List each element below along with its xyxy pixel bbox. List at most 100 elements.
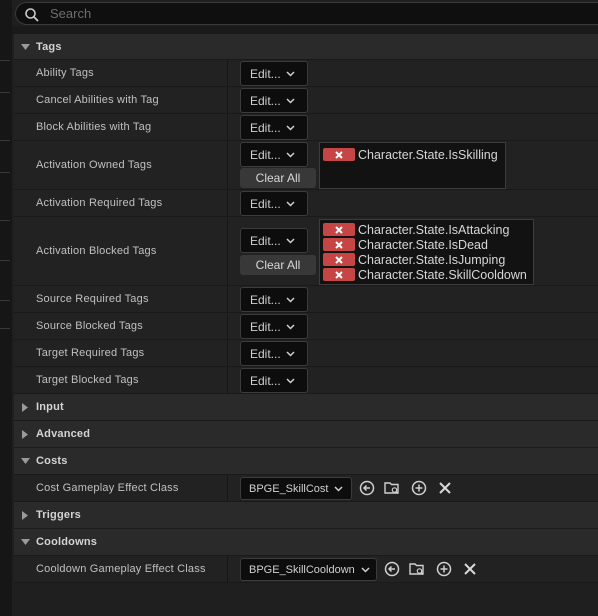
category-title: Cooldowns (36, 536, 98, 548)
property-label: Activation Owned Tags (36, 159, 152, 171)
search-icon (25, 8, 39, 22)
add-icon[interactable] (410, 479, 428, 497)
use-selected-icon[interactable] (383, 560, 401, 578)
clear-icon[interactable] (461, 560, 479, 578)
cost-effect-class-dropdown[interactable]: BPGE_SkillCost (240, 477, 352, 500)
search-bar[interactable] (15, 2, 598, 25)
property-activation-required-tags: Activation Required Tags Edit... (14, 190, 598, 217)
tag-text: Character.State.IsDead (358, 237, 488, 252)
property-label: Activation Required Tags (36, 197, 163, 209)
tag-item: Character.State.IsJumping (323, 252, 505, 267)
property-cooldown-gameplay-effect: Cooldown Gameplay Effect Class BPGE_Skil… (14, 556, 598, 583)
edit-target-blocked-button[interactable]: Edit... (240, 368, 308, 393)
property-label: Ability Tags (36, 67, 94, 79)
edit-activation-blocked-button[interactable]: Edit... (240, 228, 308, 253)
chevron-down-icon (20, 539, 30, 545)
property-label: Target Blocked Tags (36, 374, 139, 386)
remove-tag-button[interactable] (323, 148, 355, 161)
category-title: Costs (36, 455, 68, 467)
clear-all-button[interactable]: Clear All (240, 168, 316, 188)
category-title: Tags (36, 40, 62, 53)
tag-text: Character.State.IsJumping (358, 252, 506, 267)
chevron-right-icon (22, 510, 28, 520)
property-activation-blocked-tags: Activation Blocked Tags Edit... Clear Al… (14, 217, 598, 286)
chevron-down-icon (20, 43, 30, 50)
property-cancel-abilities: Cancel Abilities with Tag Edit... (14, 87, 598, 114)
chevron-down-icon (286, 152, 295, 158)
cooldown-effect-class-dropdown[interactable]: BPGE_SkillCooldown (240, 558, 377, 581)
chevron-right-icon (22, 429, 28, 439)
chevron-down-icon (334, 485, 344, 492)
browse-folder-icon[interactable] (383, 479, 401, 497)
chevron-right-icon (22, 402, 28, 412)
edit-activation-owned-button[interactable]: Edit... (240, 142, 308, 167)
chevron-down-icon (286, 324, 295, 330)
close-icon (335, 150, 343, 159)
remove-tag-button[interactable] (323, 268, 355, 281)
category-title: Triggers (36, 509, 82, 521)
chevron-down-icon (286, 351, 295, 357)
tag-text: Character.State.IsAttacking (358, 222, 510, 237)
property-label: Cost Gameplay Effect Class (36, 482, 179, 494)
property-label: Source Blocked Tags (36, 320, 143, 332)
add-icon[interactable] (435, 560, 453, 578)
left-gutter (0, 0, 12, 616)
property-activation-owned-tags: Activation Owned Tags Edit... Clear All … (14, 141, 598, 190)
tag-list: Character.State.IsAttacking Character.St… (319, 219, 534, 285)
tag-item: Character.State.IsDead (323, 237, 488, 252)
close-icon (335, 240, 343, 249)
property-label: Cancel Abilities with Tag (36, 94, 159, 106)
clear-icon[interactable] (436, 479, 454, 497)
chevron-down-icon (286, 71, 295, 77)
property-source-required-tags: Source Required Tags Edit... (14, 286, 598, 313)
clear-all-button[interactable]: Clear All (240, 255, 316, 275)
edit-source-blocked-button[interactable]: Edit... (240, 314, 308, 339)
remove-tag-button[interactable] (323, 238, 355, 251)
property-target-blocked-tags: Target Blocked Tags Edit... (14, 367, 598, 394)
chevron-down-icon (361, 566, 370, 573)
remove-tag-button[interactable] (323, 223, 355, 236)
category-title: Input (36, 401, 64, 413)
category-cooldowns[interactable]: Cooldowns (14, 529, 598, 556)
property-block-abilities: Block Abilities with Tag Edit... (14, 114, 598, 141)
chevron-down-icon (286, 378, 295, 384)
chevron-down-icon (286, 238, 295, 244)
chevron-down-icon (286, 201, 295, 207)
close-icon (335, 270, 343, 279)
tag-item: Character.State.SkillCooldown (323, 267, 527, 282)
tag-text: Character.State.IsSkilling (358, 147, 498, 162)
edit-target-required-button[interactable]: Edit... (240, 341, 308, 366)
chevron-down-icon (20, 458, 30, 464)
chevron-down-icon (286, 98, 295, 104)
category-advanced[interactable]: Advanced (14, 421, 598, 448)
category-costs[interactable]: Costs (14, 448, 598, 475)
category-title: Advanced (36, 428, 91, 440)
browse-folder-icon[interactable] (408, 560, 426, 578)
property-label: Target Required Tags (36, 347, 145, 359)
category-triggers[interactable]: Triggers (14, 502, 598, 529)
property-target-required-tags: Target Required Tags Edit... (14, 340, 598, 367)
edit-ability-tags-button[interactable]: Edit... (240, 61, 308, 86)
chevron-down-icon (286, 297, 295, 303)
tag-text: Character.State.SkillCooldown (358, 267, 527, 282)
category-input[interactable]: Input (14, 394, 598, 421)
property-source-blocked-tags: Source Blocked Tags Edit... (14, 313, 598, 340)
toolbar-gap (12, 26, 598, 34)
property-cost-gameplay-effect: Cost Gameplay Effect Class BPGE_SkillCos… (14, 475, 598, 502)
tag-item: Character.State.IsAttacking (323, 222, 509, 237)
close-icon (335, 255, 343, 264)
search-input[interactable] (50, 5, 550, 22)
property-ability-tags: Ability Tags Edit... (14, 60, 598, 87)
category-tags[interactable]: Tags (14, 34, 598, 60)
remove-tag-button[interactable] (323, 253, 355, 266)
tag-list: Character.State.IsSkilling (319, 142, 506, 189)
edit-activation-required-button[interactable]: Edit... (240, 191, 308, 216)
close-icon (335, 225, 343, 234)
property-label: Activation Blocked Tags (36, 245, 157, 257)
edit-block-abilities-button[interactable]: Edit... (240, 115, 308, 140)
edit-cancel-abilities-button[interactable]: Edit... (240, 88, 308, 113)
tag-item: Character.State.IsSkilling (323, 147, 498, 162)
edit-source-required-button[interactable]: Edit... (240, 287, 308, 312)
use-selected-icon[interactable] (358, 479, 376, 497)
property-label: Cooldown Gameplay Effect Class (36, 563, 206, 575)
